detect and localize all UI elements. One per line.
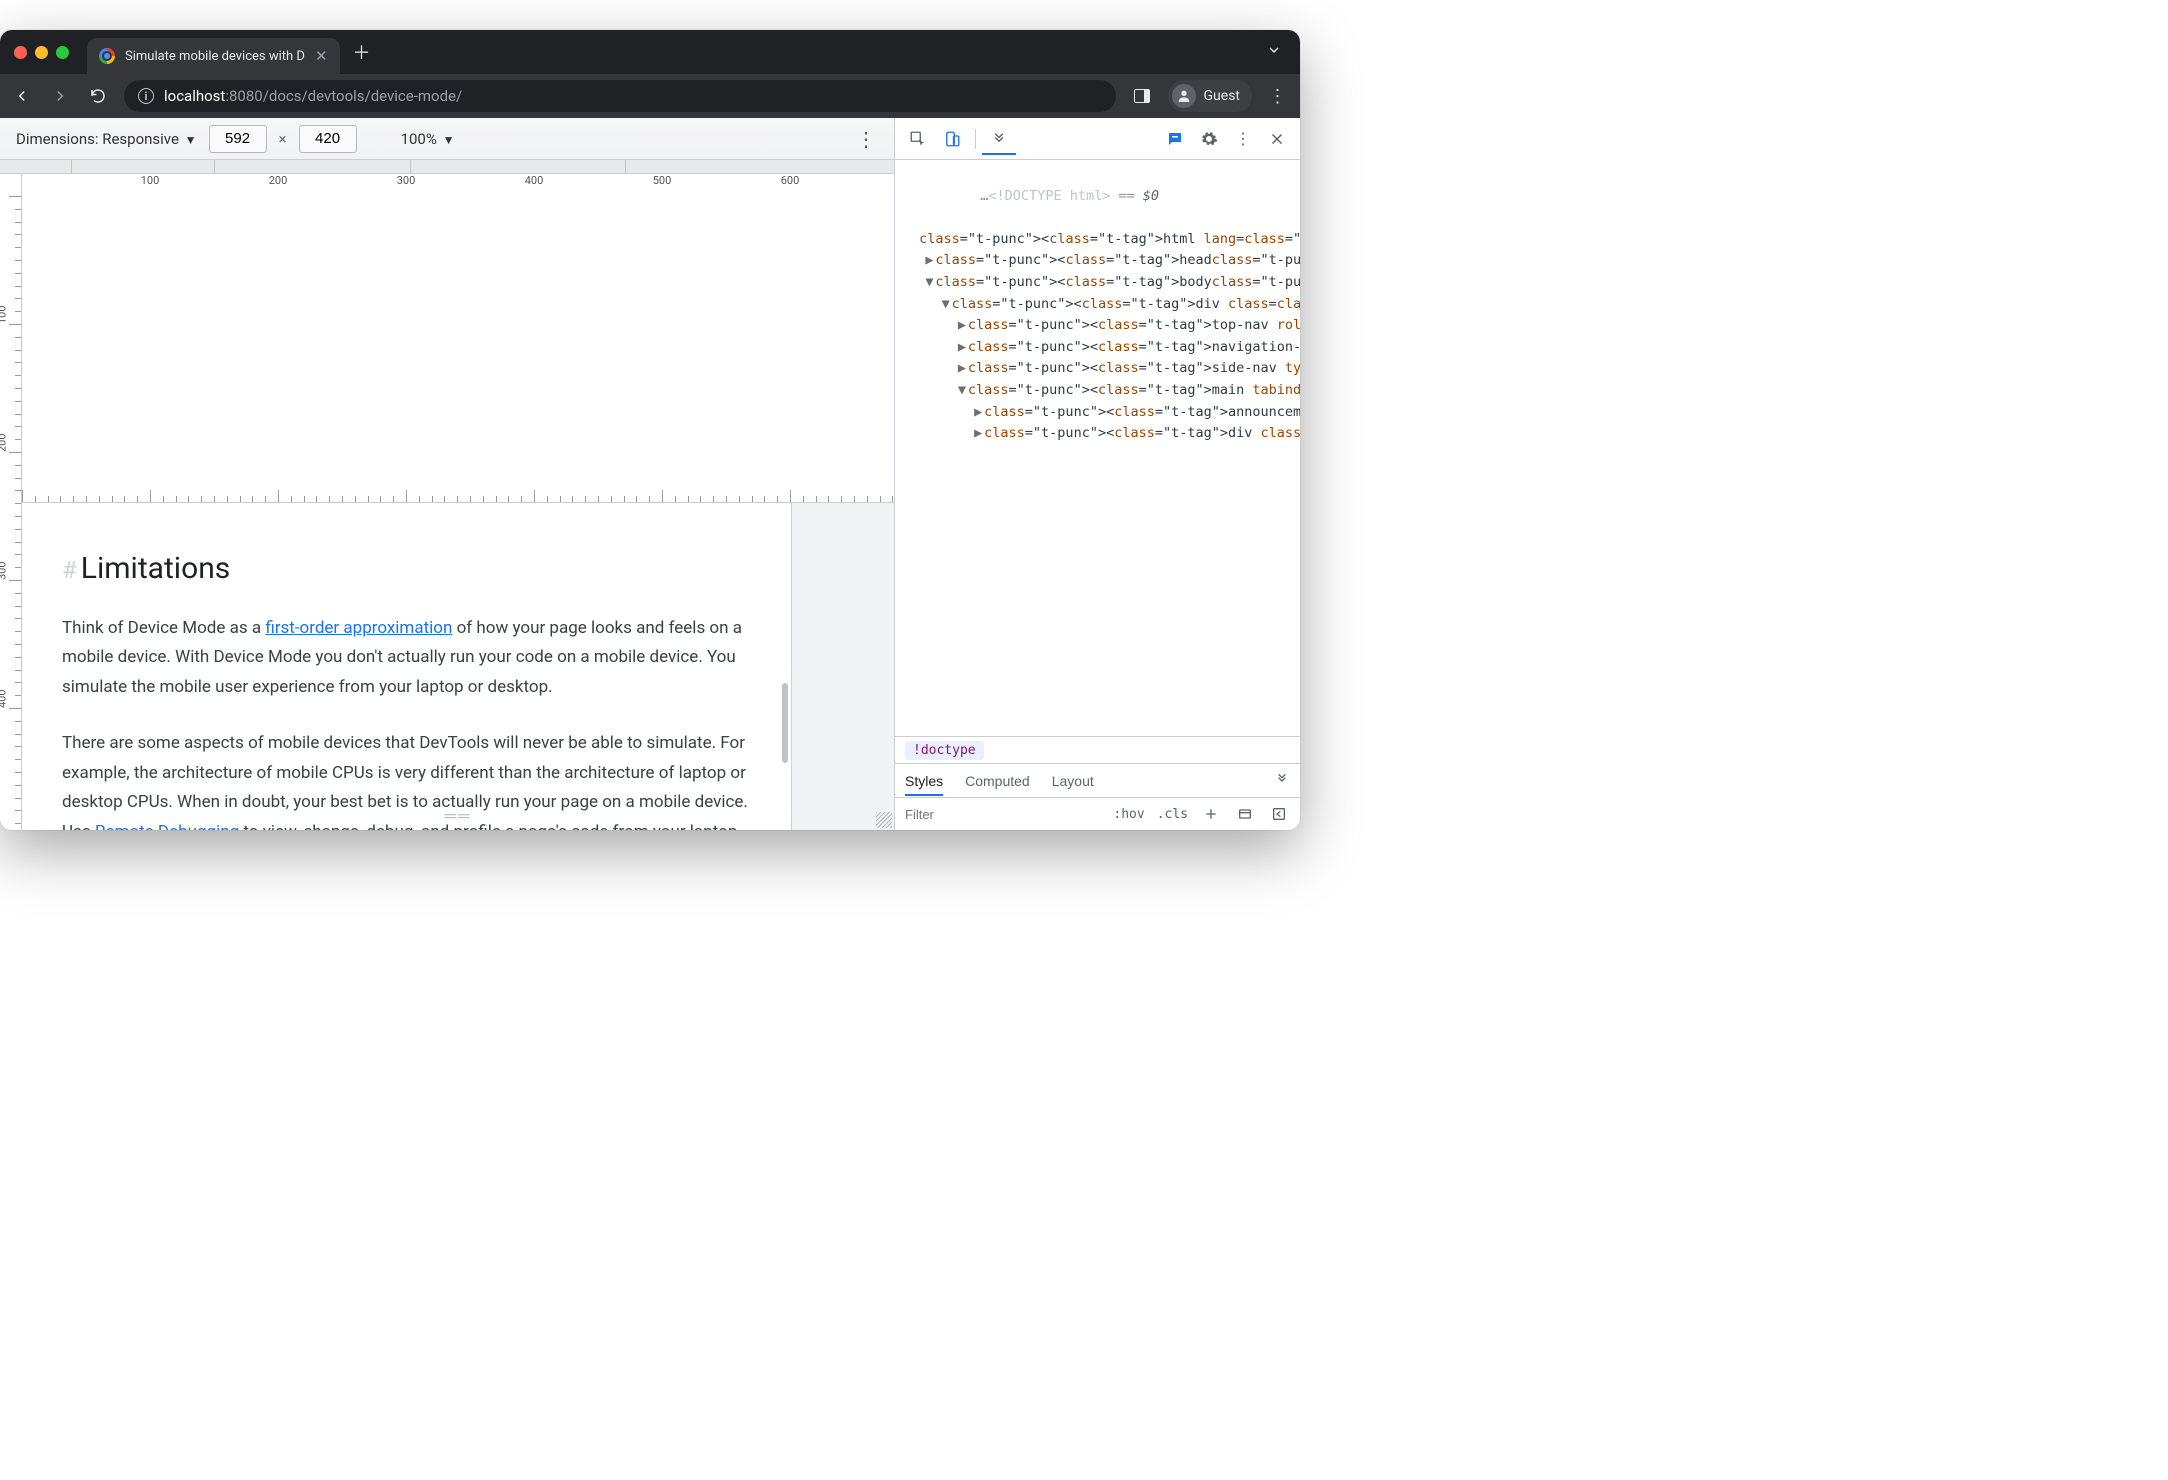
device-toolbar-menu-button[interactable]: ⋮	[854, 127, 878, 151]
back-button[interactable]	[10, 84, 34, 108]
toggle-device-toolbar-button[interactable]	[937, 124, 967, 154]
avatar-icon	[1172, 84, 1196, 108]
minimize-window-button[interactable]	[35, 46, 48, 59]
elements-breadcrumbs[interactable]: !doctype	[895, 736, 1300, 764]
dom-line[interactable]: ▼class="t-punc"><class="t-tag">main tabi…	[895, 380, 1300, 402]
dom-line[interactable]: ▶class="t-punc"><class="t-tag">top-nav r…	[895, 315, 1300, 337]
titlebar: Simulate mobile devices with D ✕ ＋	[0, 30, 1300, 74]
viewport-wrap: 100 200 300 400 100 200 300 400 500 600 #Limitat…	[0, 174, 894, 830]
subtab-layout[interactable]: Layout	[1052, 767, 1094, 795]
ruler-h-label: 200	[269, 174, 288, 187]
first-order-link[interactable]: first-order approximation	[265, 618, 452, 638]
page-canvas: #Limitations Think of Device Mode as a f…	[22, 503, 894, 831]
ruler-v-label: 200	[0, 433, 9, 452]
inspect-element-button[interactable]	[903, 124, 933, 154]
ruler-v-label: 300	[0, 561, 9, 580]
width-input[interactable]	[209, 125, 267, 153]
profile-chip[interactable]: Guest	[1168, 80, 1252, 112]
chrome-favicon-icon	[99, 48, 115, 64]
fullscreen-window-button[interactable]	[56, 46, 69, 59]
page-heading: #Limitations	[62, 551, 751, 586]
close-window-button[interactable]	[14, 46, 27, 59]
dom-line[interactable]: ▶class="t-punc"><class="t-tag">announcem…	[895, 402, 1300, 424]
content-area: Dimensions: Responsive ▼ × 100% ▼ ⋮	[0, 118, 1300, 830]
dom-line[interactable]: class="t-punc"><class="t-tag">html lang=…	[895, 229, 1300, 251]
breakpoint-strip[interactable]	[0, 160, 894, 174]
more-tabs-button[interactable]	[984, 124, 1014, 154]
subtab-computed[interactable]: Computed	[965, 767, 1030, 795]
side-panel-button[interactable]	[1130, 84, 1154, 108]
devtools-panel: ⋮ …<!DOCTYPE html>== $0 class="t-punc"><…	[895, 118, 1300, 830]
paragraph-1: Think of Device Mode as a first-order ap…	[62, 614, 751, 703]
dimensions-dropdown[interactable]: Dimensions: Responsive ▼	[16, 130, 197, 148]
url-bar[interactable]: i localhost:8080/docs/devtools/device-mo…	[124, 80, 1116, 112]
side-panel-icon	[1134, 89, 1150, 103]
dimensions-label: Dimensions: Responsive	[16, 130, 179, 148]
ruler-h-label: 500	[653, 174, 672, 187]
forward-button[interactable]	[48, 84, 72, 108]
styles-subtabs: Styles Computed Layout	[895, 764, 1300, 798]
profile-label: Guest	[1204, 88, 1240, 104]
horizontal-ruler: 100 200 300 400 500 600	[22, 174, 894, 503]
ruler-h-label: 600	[781, 174, 800, 187]
ruler-h-label: 100	[141, 174, 160, 187]
address-bar: i localhost:8080/docs/devtools/device-mo…	[0, 74, 1300, 118]
chrome-menu-button[interactable]: ⋮	[1266, 86, 1290, 107]
dom-line[interactable]: ▶class="t-punc"><class="t-tag">side-nav …	[895, 358, 1300, 380]
site-info-icon[interactable]: i	[138, 88, 154, 104]
resize-handle-bottom[interactable]: ══	[445, 806, 472, 826]
zoom-label: 100%	[401, 130, 437, 148]
resize-handle-corner[interactable]	[876, 812, 892, 828]
subtab-styles[interactable]: Styles	[905, 767, 943, 795]
vertical-ruler: 100 200 300 400	[0, 174, 22, 830]
device-toolbar: Dimensions: Responsive ▼ × 100% ▼ ⋮	[0, 118, 894, 160]
window-controls	[14, 46, 69, 59]
dom-line[interactable]: ▼class="t-punc"><class="t-tag">bodyclass…	[895, 272, 1300, 294]
dom-doctype-line[interactable]: …<!DOCTYPE html>== $0	[895, 164, 1300, 229]
zoom-dropdown[interactable]: 100% ▼	[401, 130, 455, 148]
close-tab-button[interactable]: ✕	[315, 49, 328, 64]
computed-styles-sidebar-button[interactable]	[1234, 803, 1256, 825]
elements-dom-tree[interactable]: …<!DOCTYPE html>== $0 class="t-punc"><cl…	[895, 160, 1300, 736]
dom-line[interactable]: ▶class="t-punc"><class="t-tag">navigatio…	[895, 337, 1300, 359]
settings-button[interactable]	[1194, 124, 1224, 154]
caret-down-icon: ▼	[443, 133, 455, 147]
new-tab-button[interactable]: ＋	[348, 38, 376, 66]
styles-filter-row: :hov .cls	[895, 798, 1300, 830]
paragraph-2: There are some aspects of mobile devices…	[62, 729, 751, 830]
url-text: localhost:8080/docs/devtools/device-mode…	[164, 87, 462, 105]
multiply-label: ×	[279, 130, 287, 148]
styles-filter-input[interactable]	[905, 807, 965, 822]
scrollbar-thumb[interactable]	[782, 683, 788, 763]
reload-button[interactable]	[86, 84, 110, 108]
new-style-rule-button[interactable]	[1200, 803, 1222, 825]
ruler-v-label: 100	[0, 305, 9, 324]
breadcrumb-doctype[interactable]: !doctype	[905, 741, 984, 760]
issues-button[interactable]	[1160, 124, 1190, 154]
browser-tab[interactable]: Simulate mobile devices with D ✕	[87, 38, 340, 74]
hash-icon: #	[62, 556, 77, 584]
close-devtools-button[interactable]	[1262, 124, 1292, 154]
browser-window: Simulate mobile devices with D ✕ ＋ i loc…	[0, 30, 1300, 830]
dom-line[interactable]: ▶class="t-punc"><class="t-tag">headclass…	[895, 250, 1300, 272]
devtools-toolbar: ⋮	[895, 118, 1300, 160]
height-input[interactable]	[299, 125, 357, 153]
dom-line[interactable]: ▼class="t-punc"><class="t-tag">div class…	[895, 294, 1300, 316]
dom-line[interactable]: ▶class="t-punc"><class="t-tag">div class…	[895, 423, 1300, 445]
hov-toggle[interactable]: :hov	[1113, 807, 1144, 822]
caret-down-icon: ▼	[185, 133, 197, 147]
ruler-h-label: 300	[397, 174, 416, 187]
ruler-h-label: 400	[525, 174, 544, 187]
more-subtabs-button[interactable]	[1274, 771, 1290, 790]
remote-debugging-link[interactable]: Remote Debugging	[95, 822, 239, 830]
ruler-v-label: 400	[0, 689, 9, 708]
cls-toggle[interactable]: .cls	[1157, 807, 1188, 822]
toggle-rendering-button[interactable]	[1268, 803, 1290, 825]
simulated-page[interactable]: #Limitations Think of Device Mode as a f…	[22, 503, 792, 831]
device-mode-pane: Dimensions: Responsive ▼ × 100% ▼ ⋮	[0, 118, 895, 830]
tab-title: Simulate mobile devices with D	[125, 49, 305, 64]
devtools-menu-button[interactable]: ⋮	[1228, 124, 1258, 154]
tab-search-button[interactable]	[1266, 42, 1282, 62]
